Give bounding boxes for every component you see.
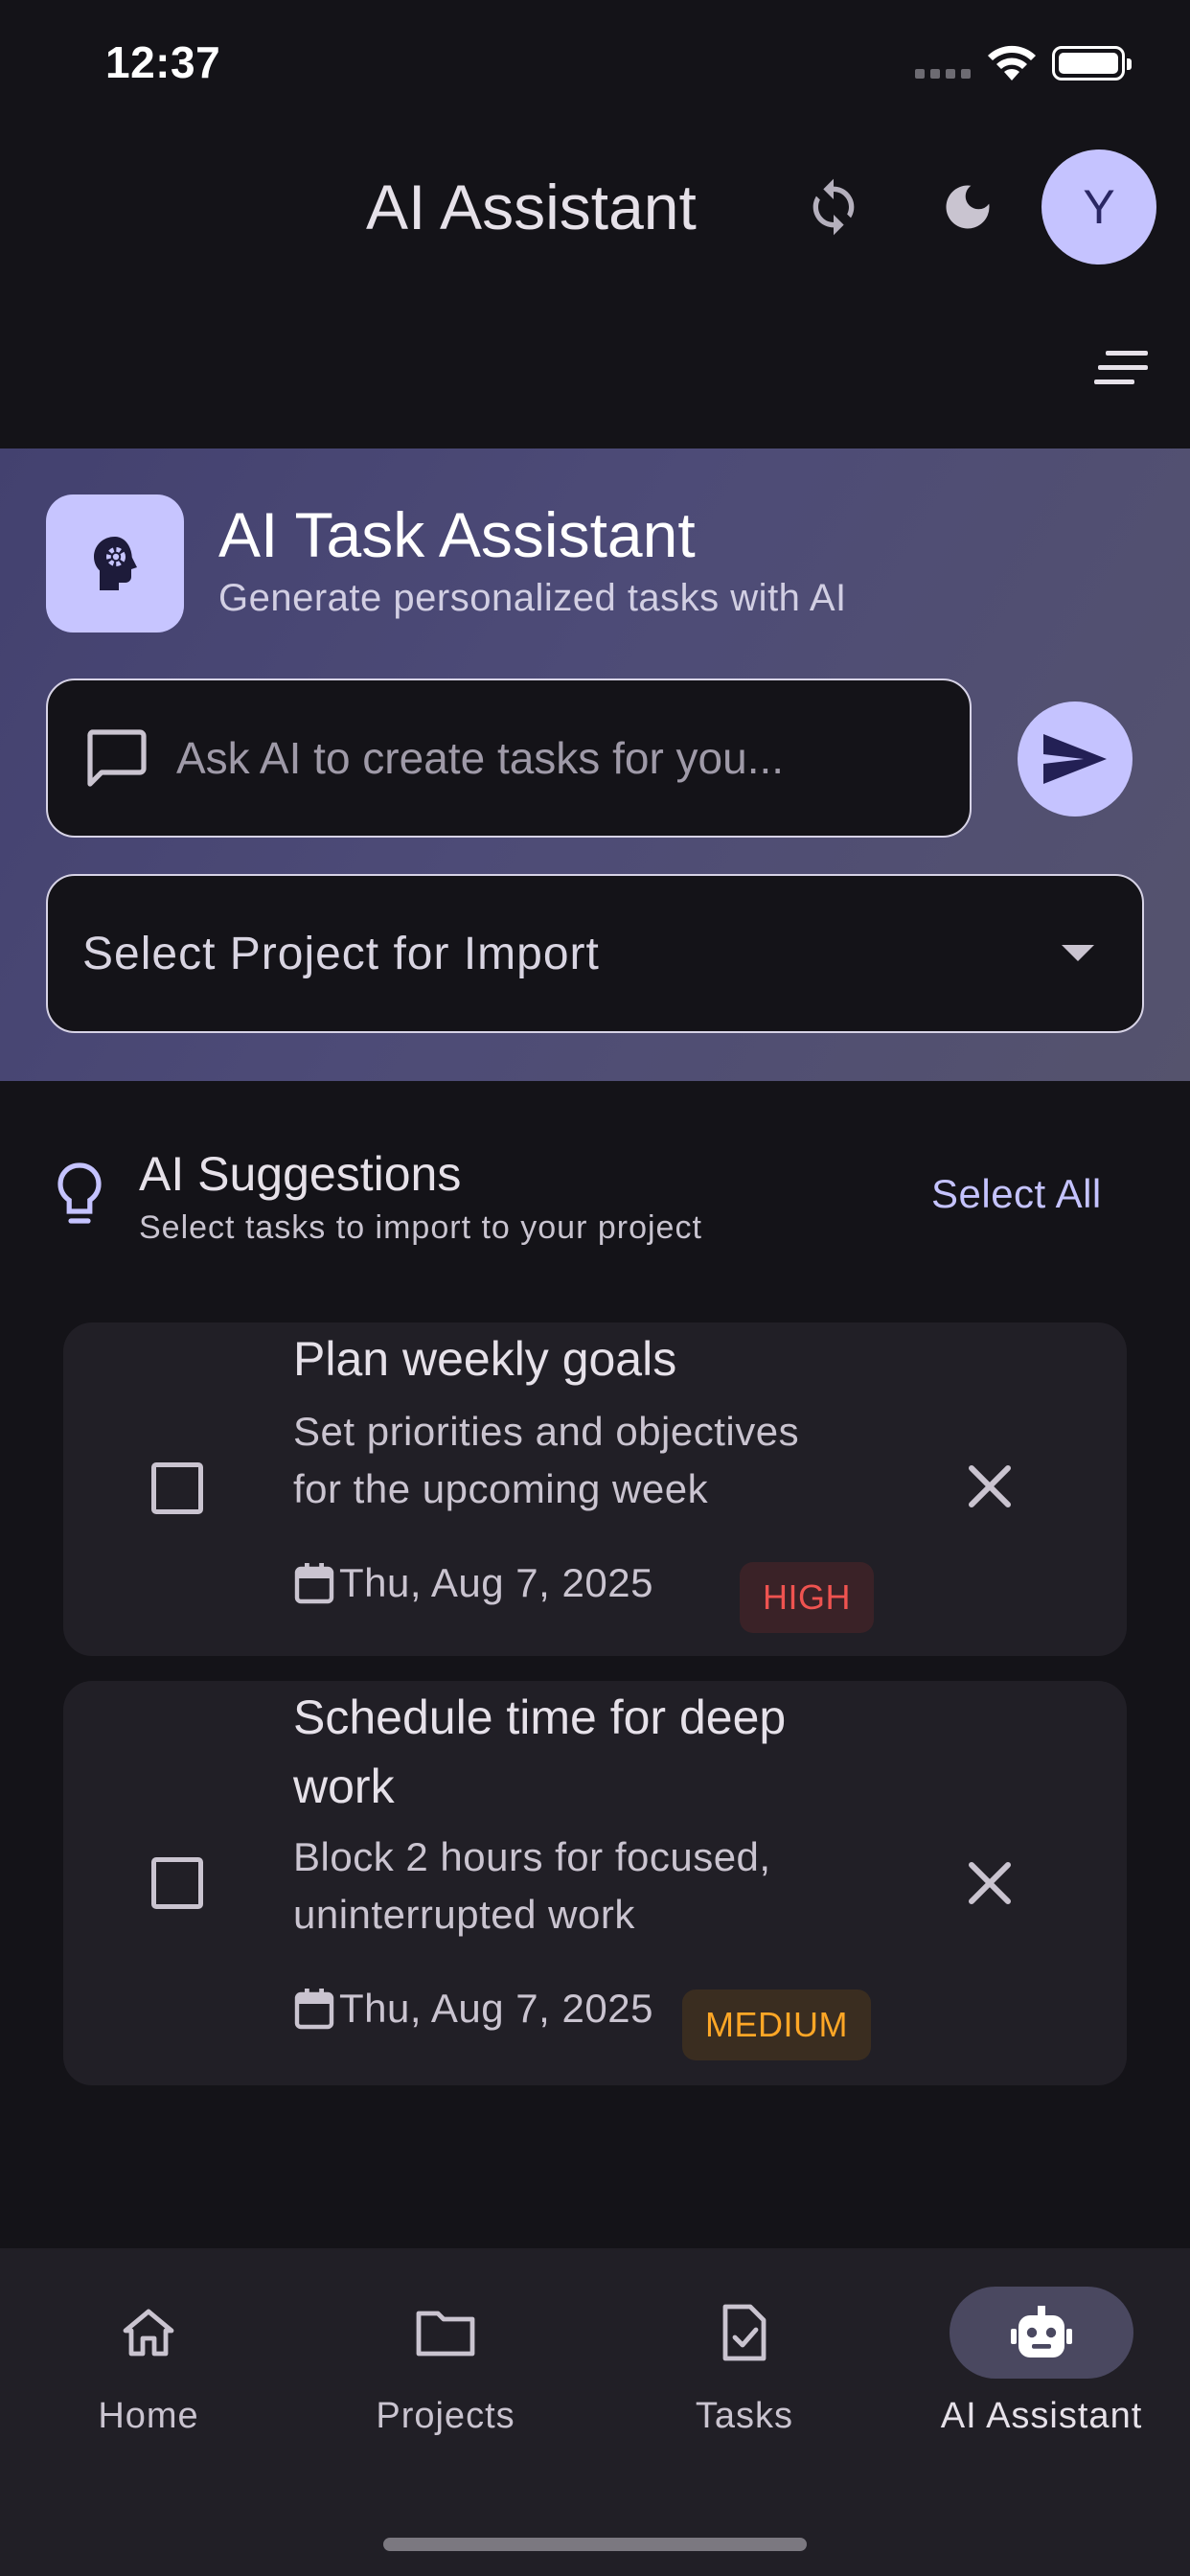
battery-icon	[1052, 46, 1132, 80]
nav-item-projects[interactable]: Projects	[326, 2287, 565, 2437]
project-select-dropdown[interactable]: Select Project for Import	[46, 874, 1144, 1033]
nav-label-home: Home	[98, 2396, 199, 2436]
sort-icon[interactable]	[1092, 349, 1150, 387]
task-description: Set priorities and objectives for the up…	[293, 1409, 800, 1511]
suggestions-subtitle: Select tasks to import to your project	[139, 1209, 702, 1246]
ai-prompt-field[interactable]	[46, 678, 972, 838]
robot-icon	[1011, 2306, 1072, 2358]
sync-icon[interactable]	[803, 176, 864, 238]
chat-icon	[87, 729, 147, 787]
dark-mode-icon[interactable]	[939, 178, 996, 236]
hero-title: AI Task Assistant	[218, 499, 696, 570]
send-button[interactable]	[1018, 702, 1133, 816]
ai-brain-icon	[46, 494, 184, 632]
nav-item-ai-assistant[interactable]: AI Assistant	[922, 2287, 1161, 2437]
home-icon	[123, 2309, 174, 2357]
calendar-icon	[294, 1563, 334, 1604]
ai-prompt-input[interactable]	[176, 724, 924, 792]
suggestions-title: AI Suggestions	[139, 1147, 462, 1201]
nav-label-projects: Projects	[376, 2396, 515, 2436]
nav-item-tasks[interactable]: Tasks	[625, 2287, 864, 2437]
task-title: Plan weekly goals	[293, 1332, 677, 1386]
suggestion-card: Schedule time for deep work Block 2 hour…	[63, 1681, 1127, 2085]
select-all-button[interactable]: Select All	[931, 1171, 1102, 1217]
task-date: Thu, Aug 7, 2025	[339, 1560, 653, 1605]
send-icon	[1043, 734, 1107, 784]
task-date: Thu, Aug 7, 2025	[339, 1986, 653, 2031]
hero-subtitle: Generate personalized tasks with AI	[218, 577, 847, 619]
task-date-row: Thu, Aug 7, 2025	[293, 1986, 653, 2032]
dismiss-icon[interactable]	[966, 1859, 1014, 1907]
dropdown-arrow-icon	[1062, 945, 1094, 961]
wifi-icon	[988, 45, 1036, 80]
dismiss-icon[interactable]	[966, 1462, 1014, 1510]
task-date-row: Thu, Aug 7, 2025	[293, 1560, 653, 1606]
bottom-navigation: Home Projects Tasks AI Assistant	[0, 2248, 1190, 2576]
nav-item-home[interactable]: Home	[29, 2287, 268, 2437]
task-checkbox[interactable]	[151, 1462, 203, 1514]
nav-label-tasks: Tasks	[695, 2396, 794, 2436]
project-select-label: Select Project for Import	[82, 928, 600, 979]
priority-badge: HIGH	[740, 1562, 874, 1633]
folder-icon	[416, 2311, 475, 2357]
lightbulb-icon	[57, 1162, 102, 1224]
nav-label-ai-assistant: AI Assistant	[940, 2396, 1143, 2436]
page-title: AI Assistant	[366, 172, 697, 242]
task-checkbox[interactable]	[151, 1857, 203, 1909]
task-description: Block 2 hours for focused, uninterrupted…	[293, 1834, 771, 1937]
avatar[interactable]: Y	[1041, 150, 1156, 264]
cellular-signal-icon	[915, 69, 971, 79]
task-title: Schedule time for deep work	[293, 1690, 787, 1813]
home-indicator[interactable]	[383, 2538, 807, 2551]
status-time: 12:37	[105, 37, 221, 87]
task-icon	[722, 2304, 767, 2361]
suggestion-card: Plan weekly goals Set priorities and obj…	[63, 1322, 1127, 1656]
calendar-icon	[294, 1989, 334, 2030]
priority-badge: MEDIUM	[682, 1990, 871, 2060]
